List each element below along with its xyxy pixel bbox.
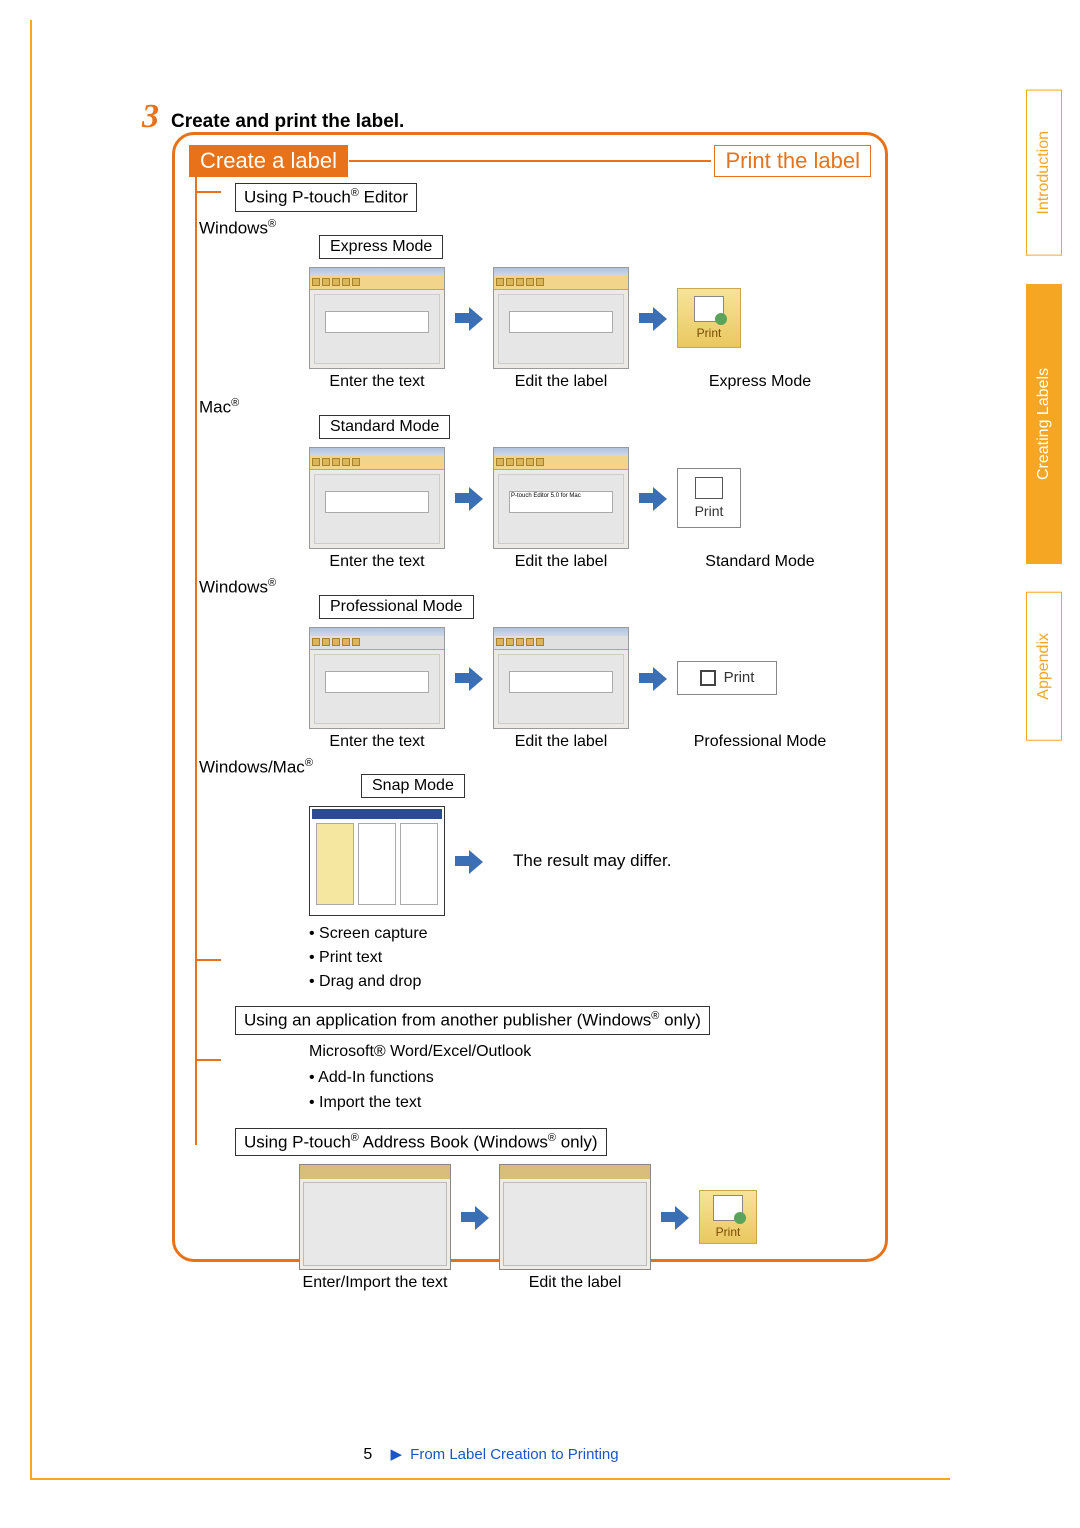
os-winmac-snap: Windows/Mac®: [199, 757, 871, 778]
print-label: Print: [724, 669, 755, 686]
screenshot-pro-enter: [309, 627, 445, 729]
row-professional: Print: [309, 627, 871, 729]
printer-icon: [694, 296, 724, 322]
caption-edit-label: Edit the label: [499, 1274, 651, 1292]
side-nav-tabs: Introduction Creating Labels Appendix: [1026, 90, 1062, 740]
screenshot-pro-edit: [493, 627, 629, 729]
mode-standard: Standard Mode: [319, 415, 450, 439]
arrow-icon: [455, 665, 483, 691]
tree-vertical-main: [195, 165, 197, 1145]
ptouch-prefix: Using P-touch: [244, 188, 351, 207]
caption-professional-mode: Professional Mode: [685, 733, 835, 751]
row-snap: The result may differ.: [309, 806, 871, 916]
other-app-item-2: Import the text: [319, 1094, 421, 1111]
os-windows-professional: Windows®: [199, 577, 871, 598]
caption-edit-label: Edit the label: [493, 733, 629, 751]
mode-snap: Snap Mode: [361, 774, 465, 798]
caption-edit-label: Edit the label: [493, 373, 629, 391]
page-frame: 3 Create and print the label. Create a l…: [30, 20, 950, 1480]
step-header: 3 Create and print the label.: [142, 98, 404, 136]
addr-p2: Address Book (Windows: [359, 1132, 548, 1151]
step-title: Create and print the label.: [171, 111, 404, 133]
printer-icon: [695, 477, 723, 499]
row-express: Print: [309, 267, 871, 369]
snap-bullet-3: Drag and drop: [319, 973, 421, 990]
arrow-icon: [639, 305, 667, 331]
ptouch-editor-box: Using P-touch® Editor: [235, 183, 417, 212]
print-label: Print: [716, 1225, 741, 1239]
other-app-list: Microsoft® Word/Excel/Outlook • Add-In f…: [309, 1039, 871, 1116]
arrow-icon: [461, 1204, 489, 1230]
screenshot-standard-edit: P-touch Editor 5.0 for Mac: [493, 447, 629, 549]
page-footer: 5 ▶ From Label Creation to Printing: [32, 1445, 950, 1464]
mode-express: Express Mode: [319, 235, 443, 259]
snap-bullets: • Screen capture • Print text • Drag and…: [309, 922, 871, 994]
other-app-item-1: Add-In functions: [318, 1069, 434, 1086]
tab-introduction[interactable]: Introduction: [1026, 90, 1062, 256]
caption-standard-mode: Standard Mode: [685, 553, 835, 571]
screenshot-standard-enter: [309, 447, 445, 549]
tab-creating-labels[interactable]: Creating Labels: [1026, 284, 1062, 564]
printer-icon: [713, 1195, 743, 1221]
print-button-addressbook[interactable]: Print: [699, 1190, 757, 1244]
screenshot-express-edit: [493, 267, 629, 369]
snap-bullet-1: Screen capture: [319, 925, 428, 942]
mode-professional: Professional Mode: [319, 595, 474, 619]
screenshot-addr-enter: [299, 1164, 451, 1270]
connector-line: [349, 160, 711, 162]
caption-enter-text: Enter the text: [309, 553, 445, 571]
caption-enter-text: Enter the text: [309, 373, 445, 391]
breadcrumb[interactable]: From Label Creation to Printing: [410, 1446, 618, 1463]
tree-branch: [195, 1059, 221, 1061]
arrow-icon: [455, 848, 483, 874]
screenshot-express-enter: [309, 267, 445, 369]
screenshot-addr-edit: [499, 1164, 651, 1270]
ptouch-suffix: Editor: [359, 188, 408, 207]
row-standard: P-touch Editor 5.0 for Mac Print: [309, 447, 871, 549]
caption-enter-text: Enter the text: [309, 733, 445, 751]
page-number: 5: [363, 1446, 372, 1463]
arrow-icon: [639, 485, 667, 511]
workflow-diagram: Create a label Print the label Using P-t…: [172, 132, 888, 1262]
caption-edit-label: Edit the label: [493, 553, 629, 571]
caption-express-mode: Express Mode: [685, 373, 835, 391]
row-addressbook: Print: [299, 1164, 871, 1270]
arrow-icon: [455, 485, 483, 511]
print-label-header: Print the label: [714, 145, 871, 177]
other-app-prefix: Using an application from another publis…: [244, 1011, 651, 1030]
step-number: 3: [142, 98, 159, 136]
print-label: Print: [695, 503, 724, 519]
arrow-icon: [639, 665, 667, 691]
other-app-title: Microsoft® Word/Excel/Outlook: [309, 1043, 531, 1060]
addr-p1: Using P-touch: [244, 1132, 351, 1151]
other-app-box: Using an application from another publis…: [235, 1006, 710, 1035]
os-windows-express: Windows®: [199, 218, 871, 239]
print-button-express[interactable]: Print: [677, 288, 741, 348]
snap-bullet-2: Print text: [319, 949, 382, 966]
caption-enter-import: Enter/Import the text: [299, 1274, 451, 1292]
arrow-icon: [661, 1204, 689, 1230]
print-button-standard[interactable]: Print: [677, 468, 741, 528]
address-book-box: Using P-touch® Address Book (Windows® on…: [235, 1128, 607, 1157]
print-button-professional[interactable]: Print: [677, 661, 777, 695]
triangle-icon: ▶: [390, 1446, 402, 1463]
print-label: Print: [697, 326, 722, 340]
tree-branch: [195, 959, 221, 961]
screenshot-snap: [309, 806, 445, 916]
addr-p3: only): [556, 1132, 598, 1151]
snap-result-text: The result may differ.: [513, 851, 671, 871]
printer-icon: [700, 670, 716, 686]
tree-branch: [195, 191, 221, 193]
other-app-suffix: only): [659, 1011, 701, 1030]
arrow-icon: [455, 305, 483, 331]
create-label-header: Create a label: [189, 145, 348, 177]
tab-appendix[interactable]: Appendix: [1026, 592, 1062, 741]
os-mac-standard: Mac®: [199, 397, 871, 418]
